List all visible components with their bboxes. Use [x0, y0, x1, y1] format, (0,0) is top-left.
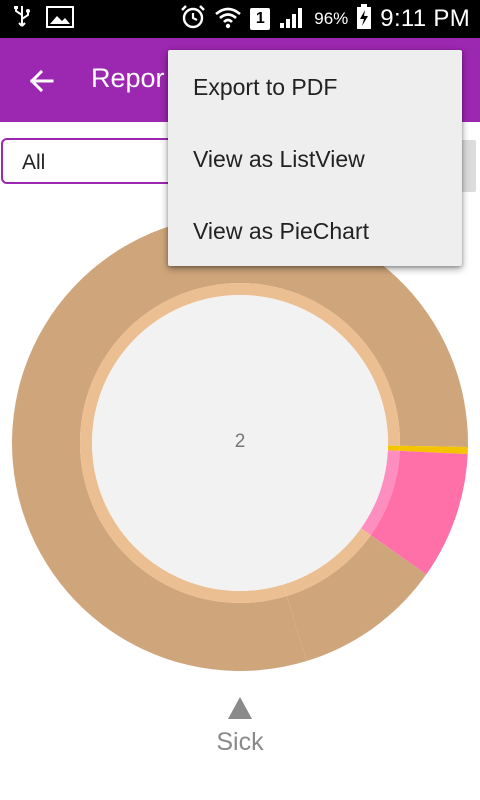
battery-charging-icon: [356, 3, 372, 35]
overflow-menu: Export to PDF View as ListView View as P…: [168, 50, 462, 266]
status-bar: 1 96% 9:11 PM: [0, 0, 480, 38]
status-time: 9:11 PM: [380, 5, 470, 32]
image-icon: [46, 5, 74, 33]
menu-item-view-listview[interactable]: View as ListView: [168, 123, 462, 195]
menu-item-view-piechart[interactable]: View as PieChart: [168, 195, 462, 267]
legend-label[interactable]: Sick: [190, 728, 290, 757]
arrow-left-icon: [29, 69, 54, 93]
status-right-icons: 1 96% 9:11 PM: [180, 3, 470, 35]
filter-selected-value: All: [22, 151, 46, 174]
status-left-icons: [12, 5, 74, 34]
signal-icon: [278, 5, 306, 34]
back-button[interactable]: [22, 60, 64, 102]
page-title: Repor: [91, 63, 165, 93]
menu-item-export-pdf[interactable]: Export to PDF: [168, 51, 462, 123]
sim-slot-badge: 1: [250, 8, 271, 30]
usb-icon: [12, 5, 32, 34]
donut-slice-inner-1: [387, 445, 400, 451]
triangle-up-icon: [227, 696, 253, 720]
donut-center-value: 2: [234, 431, 246, 452]
battery-percent: 96%: [314, 9, 349, 28]
wifi-icon: [214, 5, 242, 34]
alarm-icon: [180, 4, 206, 35]
